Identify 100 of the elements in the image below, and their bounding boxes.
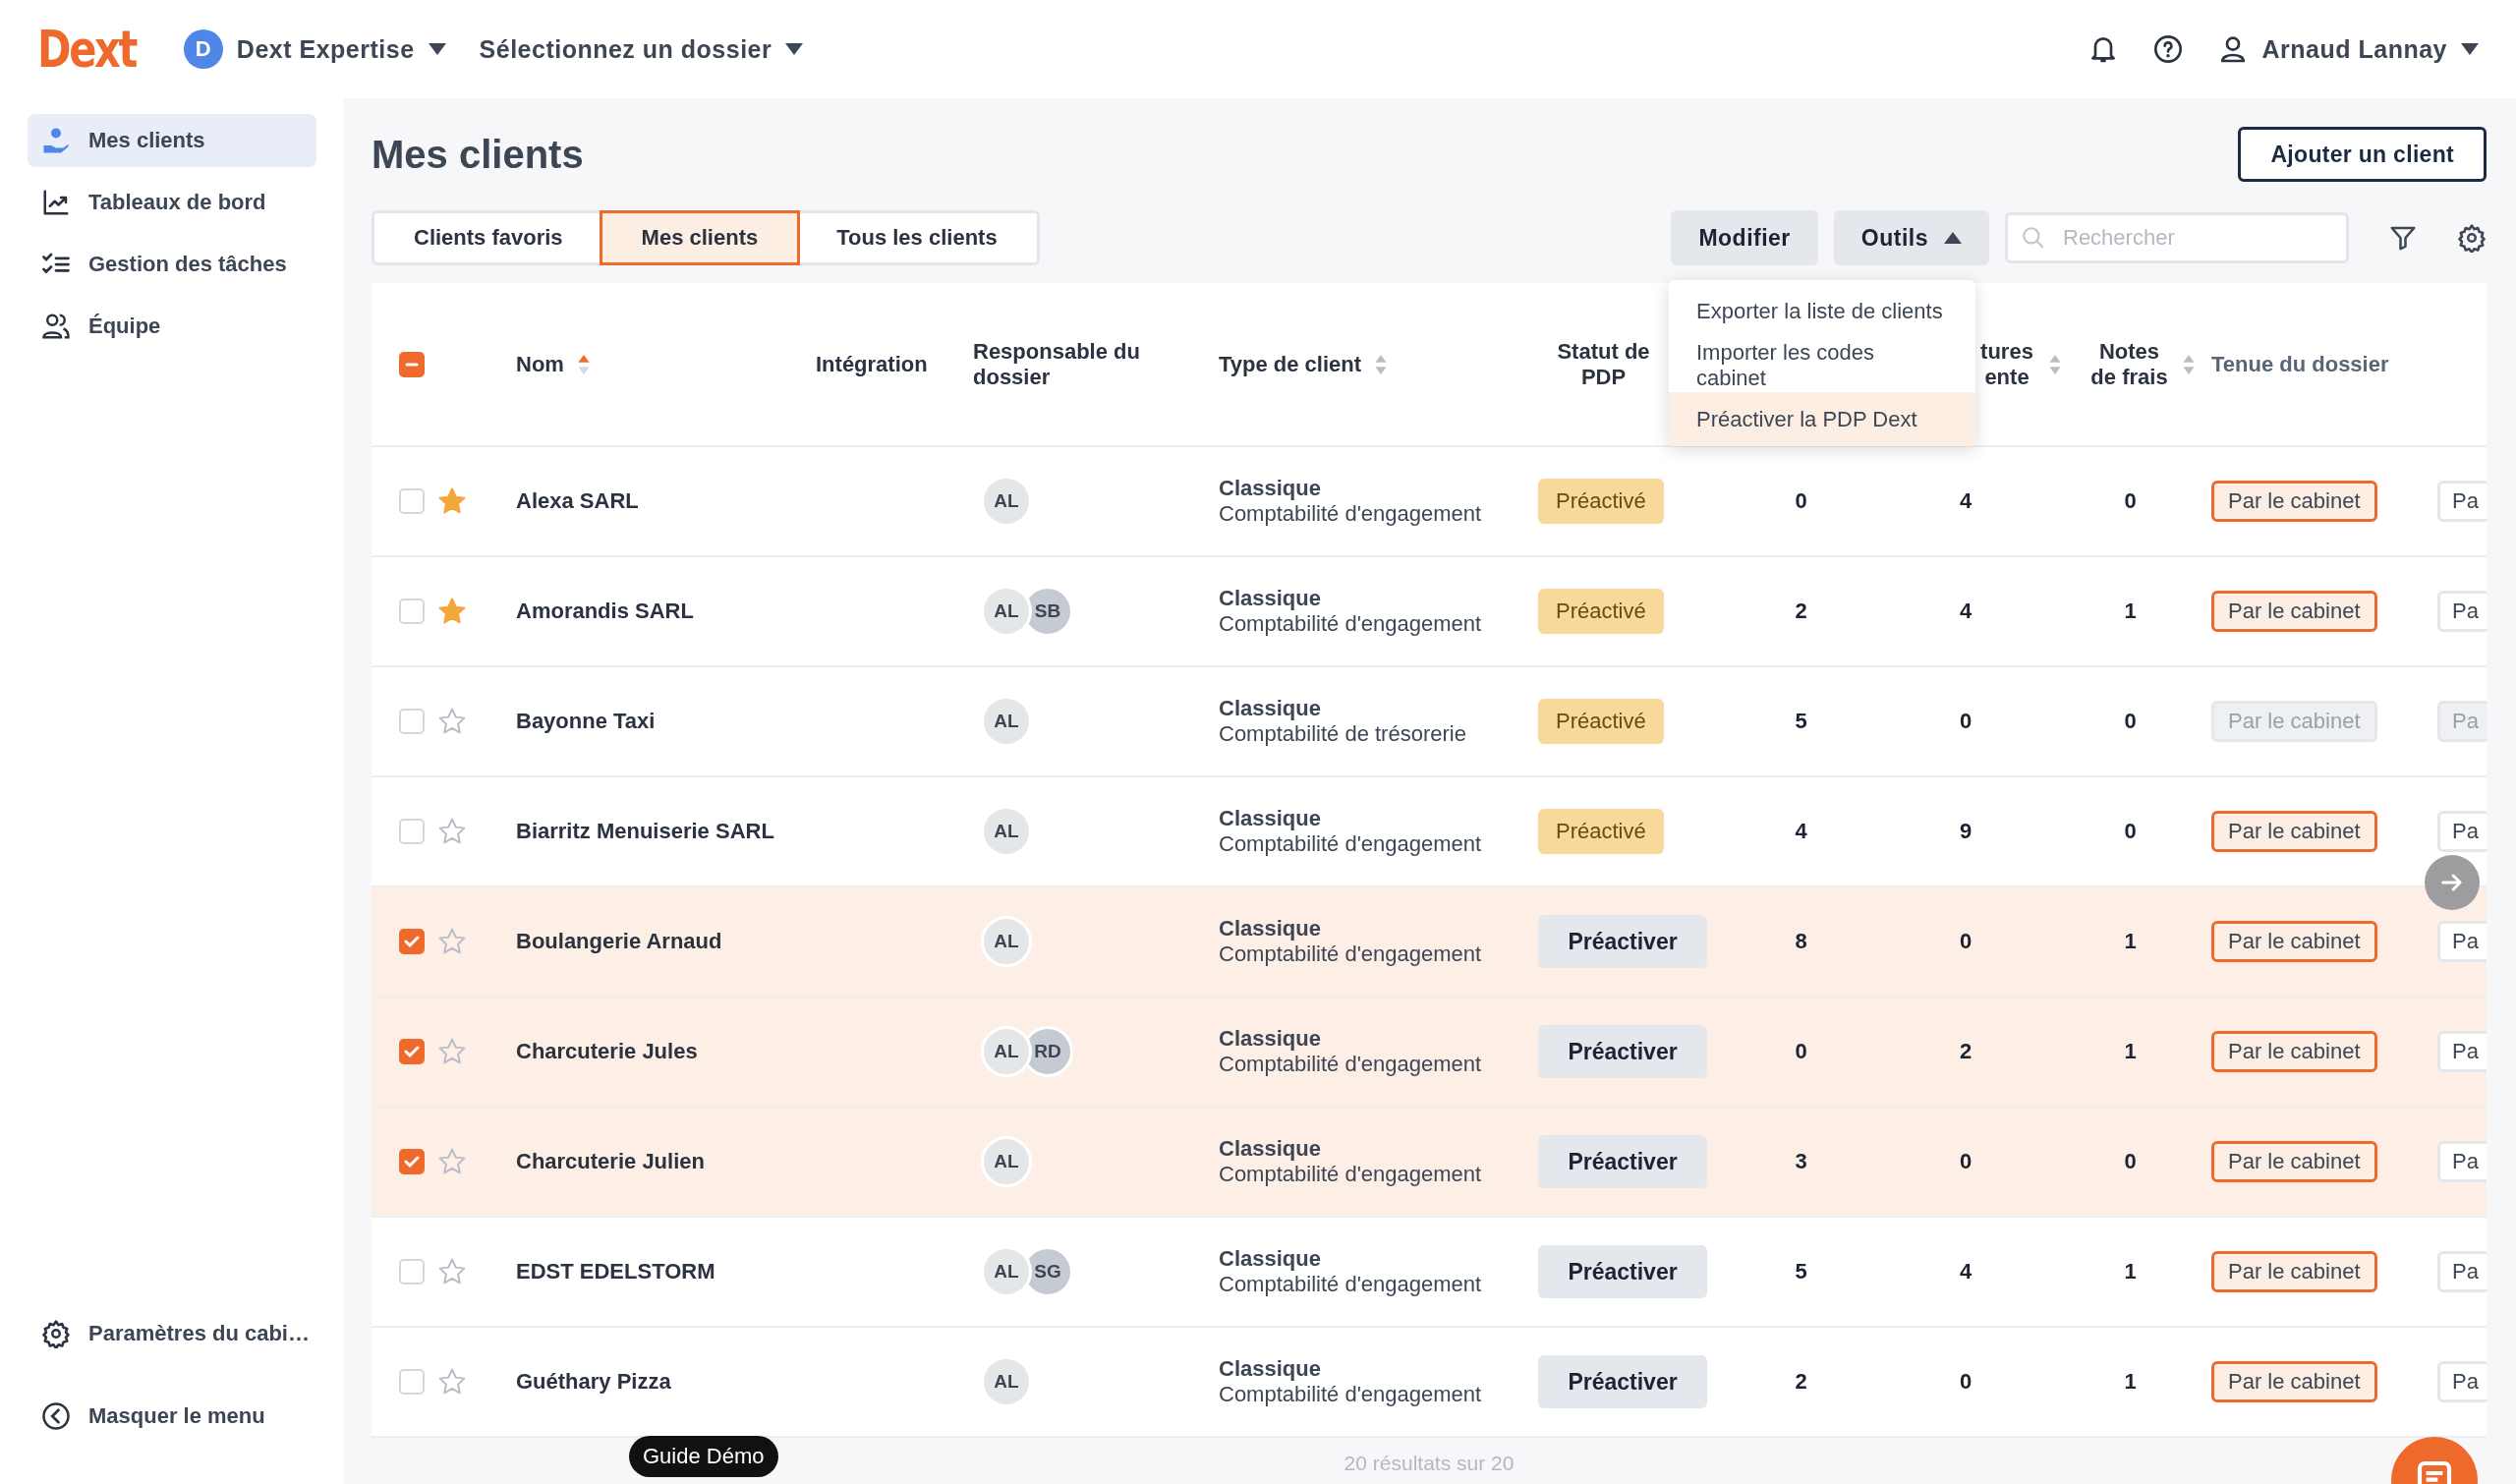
table-cell-text: 8 [1794,929,1808,954]
tools-button[interactable]: Outils [1833,210,1989,265]
select-all-checkbox[interactable] [399,351,425,377]
bookkeeping-button[interactable]: Pa [2437,1361,2487,1402]
sort-icon[interactable] [2182,354,2195,374]
status-badge: Préactivé [1538,589,1664,634]
star-icon[interactable] [437,1257,467,1286]
star-icon[interactable] [437,927,467,956]
bookkeeping-button[interactable]: Pa [2437,811,2487,852]
menu-item[interactable]: Exporter la liste de clients [1669,284,1975,338]
search-field[interactable]: Rechercher [2005,212,2349,263]
team-icon [41,312,71,341]
bookkeeping-button[interactable]: Pa [2437,591,2487,632]
chart-icon [41,188,71,217]
bookkeeping-button[interactable]: Pa [2437,1031,2487,1072]
owner-avatar: AL [981,1356,1032,1407]
column-header[interactable]: Type de client [1219,351,1362,377]
preactivate-button[interactable]: Préactiver [1538,1355,1707,1408]
bookkeeping-button[interactable]: Par le cabinet [2211,591,2377,632]
client-type: Classique Comptabilité d'engagement [1219,1246,1483,1297]
tab[interactable]: Tous les clients [797,213,1037,262]
table-cell-text: 0 [1794,1039,1808,1064]
tab[interactable]: Clients favoris [374,213,602,262]
bookkeeping-button[interactable]: Par le cabinet [2211,481,2377,522]
table-cell-text: 3 [1794,1149,1808,1174]
table-cell-text: 4 [1958,599,1973,624]
client-name[interactable]: Boulangerie Arnaud [496,929,816,954]
owner-avatar: AL [981,1136,1032,1187]
client-name[interactable]: Amorandis SARL [496,599,816,624]
user-menu[interactable]: Arnaud Lannay [2216,33,2479,65]
client-name[interactable]: Charcuterie Julien [496,1149,816,1174]
client-type: Classique Comptabilité d'engagement [1219,916,1483,967]
bookkeeping-button[interactable]: Par le cabinet [2211,1251,2377,1292]
caret-icon [785,43,804,55]
client-name[interactable]: Alexa SARL [496,488,816,514]
caret-icon [1944,232,1962,244]
bookkeeping-button[interactable]: Par le cabinet [2211,811,2377,852]
bookkeeping-button[interactable]: Par le cabinet [2211,1141,2377,1182]
settings-icon[interactable] [2457,223,2487,253]
client-type: Classique Comptabilité d'engagement [1219,476,1483,527]
star-icon[interactable] [437,1037,467,1066]
row-checkbox[interactable] [399,1149,425,1174]
row-checkbox[interactable] [399,1039,425,1064]
guide-button[interactable]: Guide Démo [629,1436,778,1477]
table-cell-text: 2 [1794,599,1808,624]
column-header: Tenue du dossier [2211,351,2389,377]
preactivate-button[interactable]: Préactiver [1538,1245,1707,1298]
add-client-button[interactable]: Ajouter un client [2238,127,2487,182]
client-name[interactable]: Biarritz Menuiserie SARL [496,819,816,844]
star-icon[interactable] [437,597,467,626]
table-cell-text: 9 [1958,819,1973,844]
preactivate-button[interactable]: Préactiver [1538,915,1707,968]
sidebar-item[interactable]: Tableaux de bord [28,176,316,229]
bookkeeping-button[interactable]: Pa [2437,481,2487,522]
sidebar-item[interactable]: Masquer le menu [28,1390,316,1443]
sort-icon[interactable] [1375,354,1388,374]
bookkeeping-button[interactable]: Par le cabinet [2211,921,2377,962]
client-type: Classique Comptabilité d'engagement [1219,1356,1483,1407]
sidebar-item[interactable]: Équipe [28,300,316,353]
client-name[interactable]: Guéthary Pizza [496,1369,816,1395]
preactivate-button[interactable]: Préactiver [1538,1025,1707,1078]
column-header[interactable]: Notes de frais [2089,338,2169,390]
preactivate-button[interactable]: Préactiver [1538,1135,1707,1188]
bookkeeping-button[interactable]: Pa [2437,1251,2487,1292]
table-cell-text: 5 [1794,1259,1808,1284]
sidebar-item[interactable]: Paramètres du cabi… [28,1307,316,1360]
edit-button[interactable]: Modifier [1671,210,1818,265]
organization-selector[interactable]: D Dext Expertise [183,29,446,69]
star-icon[interactable] [437,817,467,846]
sort-icon[interactable] [2049,354,2061,374]
bookkeeping-button[interactable]: Pa [2437,921,2487,962]
back-circle-icon [41,1401,71,1431]
folder-selector[interactable]: Sélectionnez un dossier [479,34,804,64]
menu-item[interactable]: Préactiver la PDP Dext [1669,392,1975,446]
person-hand-icon [41,126,71,155]
help-icon[interactable] [2151,33,2184,65]
page-title: Mes clients [372,132,584,177]
star-icon[interactable] [437,1367,467,1397]
search-icon [2021,225,2046,251]
column-header[interactable]: tures ente [1973,338,2041,390]
sort-up-icon[interactable] [577,354,590,374]
column-header[interactable]: Nom [516,351,564,377]
tab[interactable]: Mes clients [601,213,798,262]
table-cell-text: 1 [2123,1259,2138,1284]
client-type: Classique Comptabilité de trésorerie [1219,696,1467,747]
star-icon[interactable] [437,486,467,516]
table-cell-text: 1 [2123,1039,2138,1064]
star-icon[interactable] [437,707,467,736]
bookkeeping-button[interactable]: Par le cabinet [2211,1361,2377,1402]
row-checkbox[interactable] [399,929,425,954]
star-icon[interactable] [437,1147,467,1176]
sidebar-item[interactable]: Gestion des tâches [28,238,316,291]
bookkeeping-button[interactable]: Par le cabinet [2211,1031,2377,1072]
client-name[interactable]: Bayonne Taxi [496,709,816,734]
minus-icon [405,362,419,367]
client-name[interactable]: Charcuterie Jules [496,1039,816,1064]
bookkeeping-button[interactable]: Pa [2437,1141,2487,1182]
client-name[interactable]: EDST EDELSTORM [496,1259,816,1284]
menu-item[interactable]: Importer les codes cabinet [1669,338,1975,392]
sidebar-item[interactable]: Mes clients [28,114,316,167]
